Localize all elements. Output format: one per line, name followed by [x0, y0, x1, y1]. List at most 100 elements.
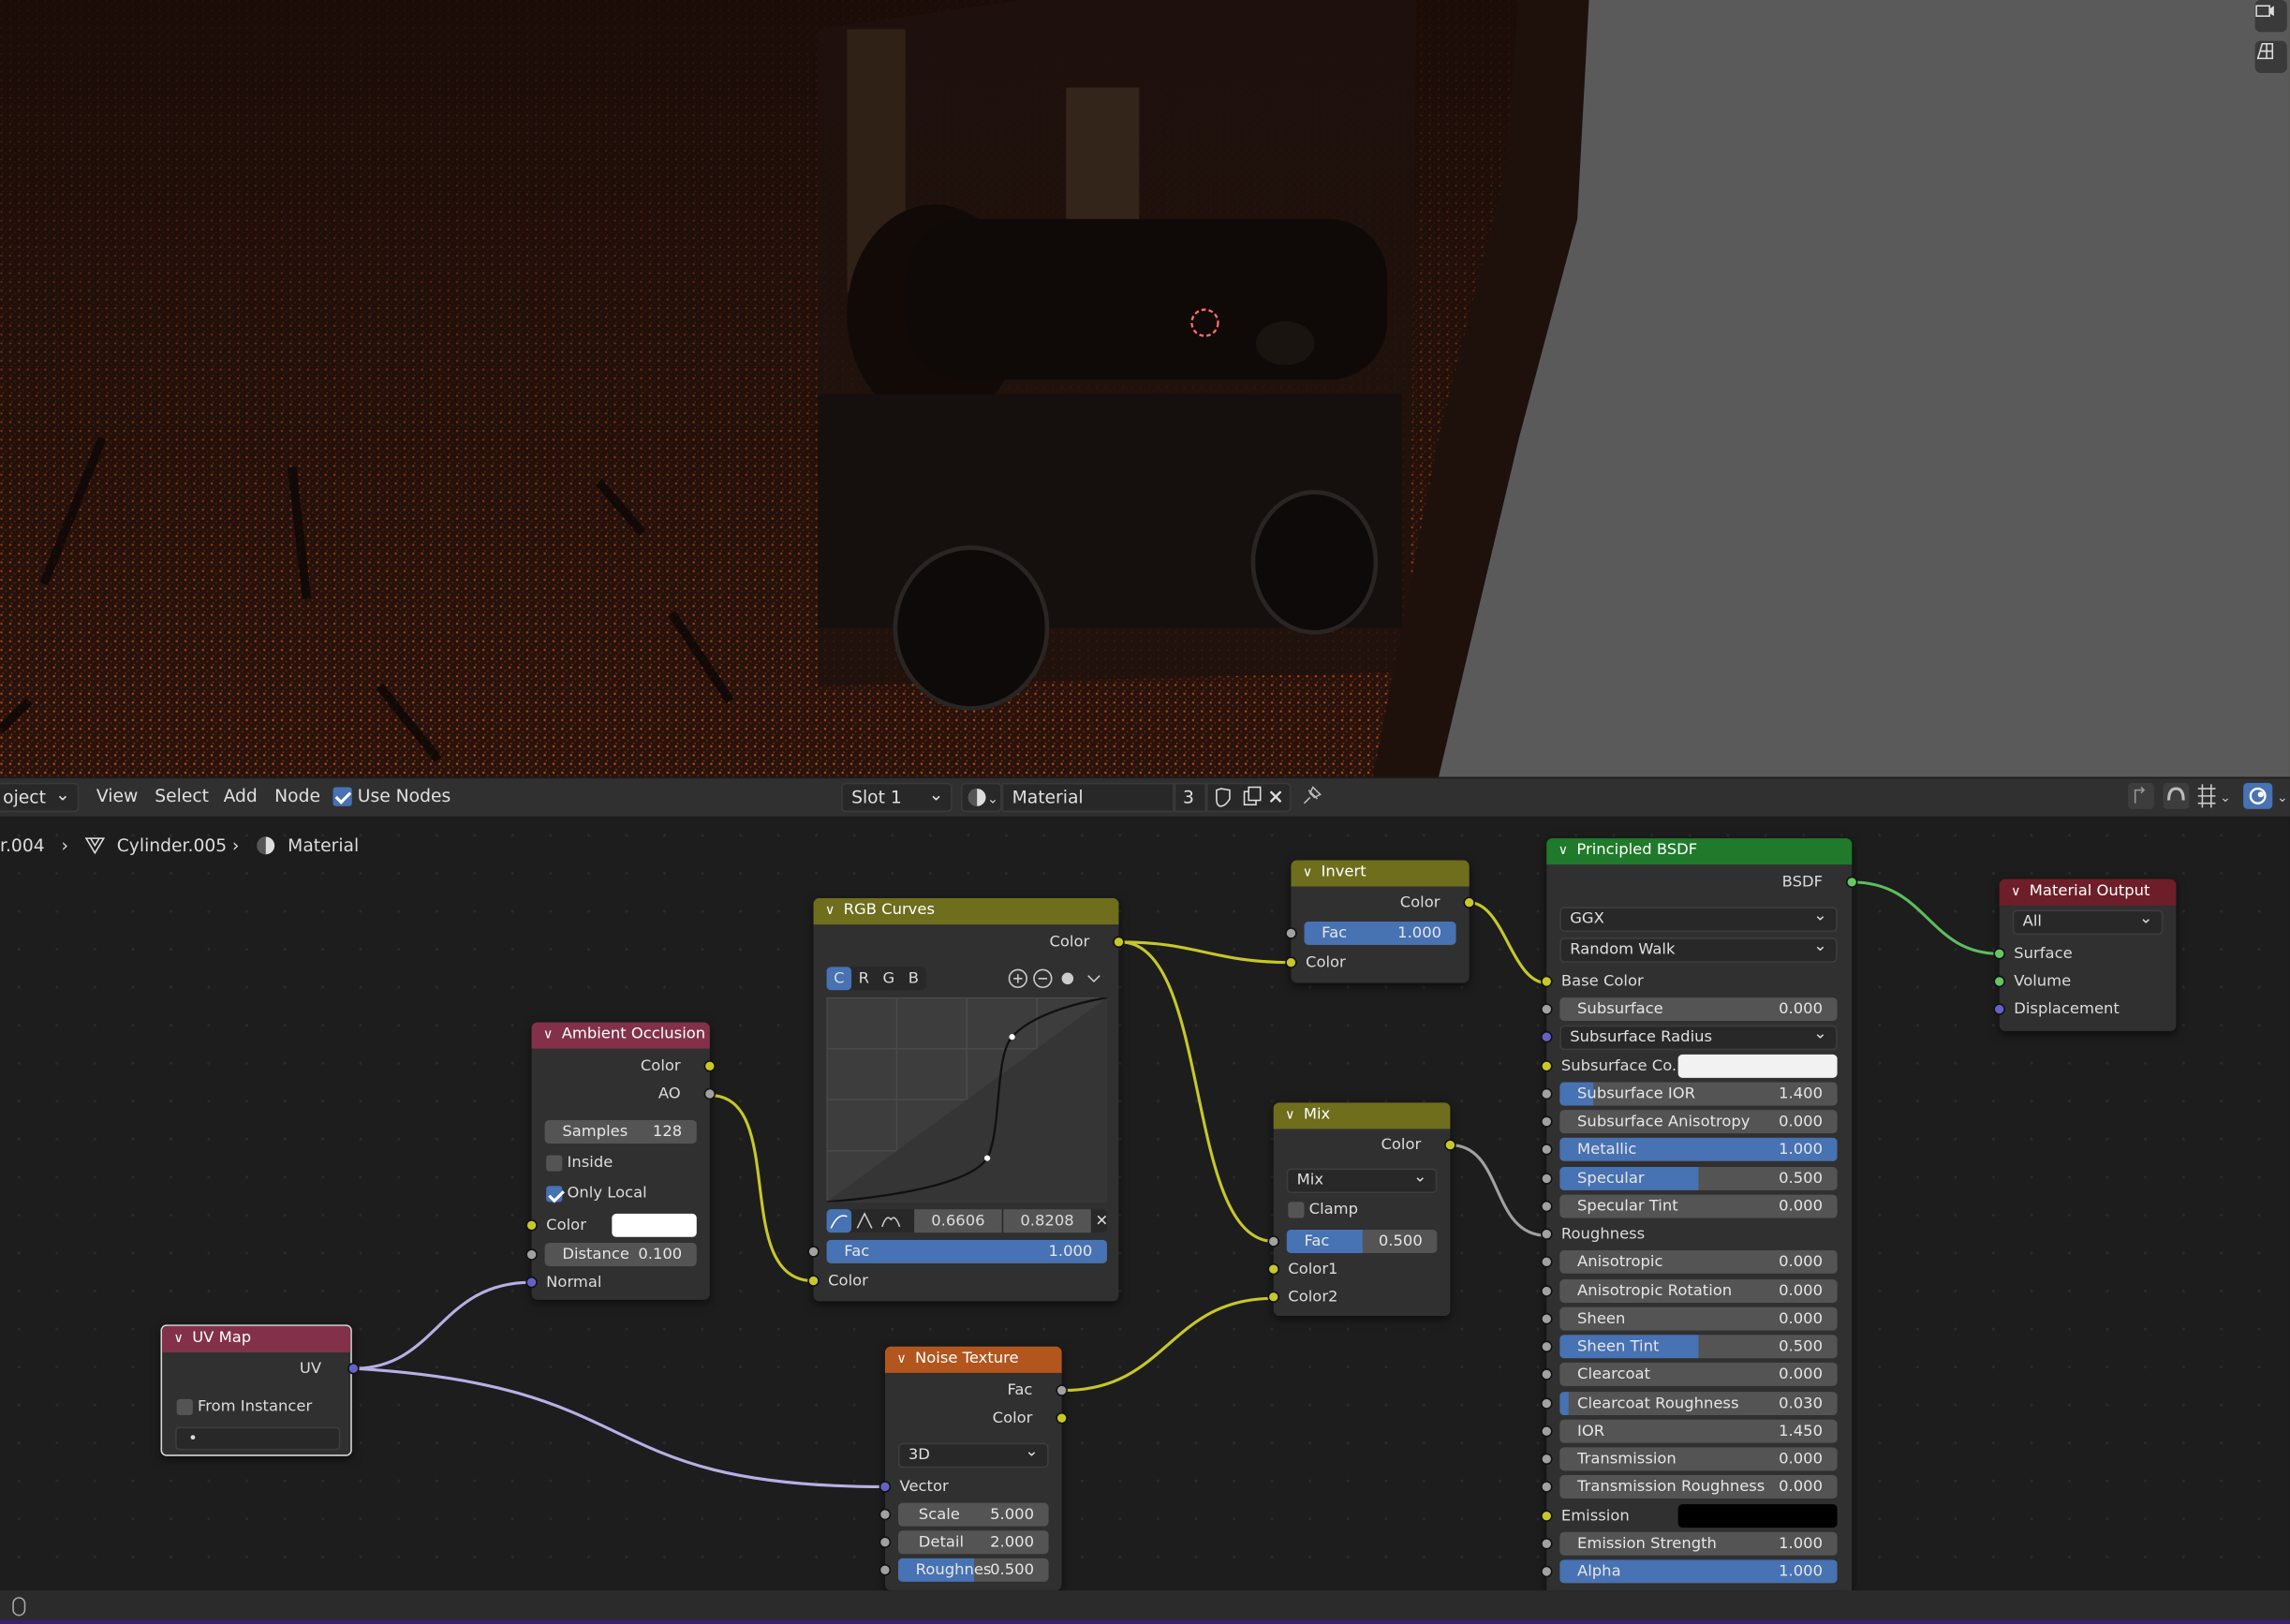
ao-only-local-toggle[interactable]: Only Local — [532, 1182, 710, 1205]
noise-scale-socket[interactable] — [879, 1508, 892, 1521]
invert-color-input-socket[interactable] — [1285, 956, 1297, 968]
use-nodes-checkbox[interactable] — [332, 787, 352, 806]
sheen-tint-field[interactable]: Sheen Tint 0.500 — [1559, 1335, 1838, 1359]
menu-add[interactable]: Add — [224, 786, 258, 806]
snap-icon[interactable] — [2163, 782, 2190, 814]
menu-select[interactable]: Select — [155, 786, 209, 806]
noise-texture-node[interactable]: Noise Texture Fac Color 3D Vector Scale … — [879, 1346, 1068, 1591]
noise-fac-output-socket[interactable] — [1056, 1384, 1068, 1396]
subsurface-ior-socket[interactable] — [1541, 1087, 1553, 1100]
uv-map-node[interactable]: UV Map UV From Instancer • — [160, 1324, 360, 1456]
ao-distance-field[interactable]: Distance 0.100 — [544, 1243, 697, 1266]
specular-tint-field[interactable]: Specular Tint 0.000 — [1559, 1194, 1838, 1218]
curves-color-output-socket[interactable] — [1113, 936, 1125, 949]
mix-header[interactable]: Mix — [1273, 1102, 1451, 1129]
mix-node[interactable]: Mix Color Mix Clamp Fac 0.500 Color1 Col… — [1267, 1102, 1456, 1317]
3d-viewport[interactable] — [0, 0, 2290, 777]
distribution-dropdown[interactable]: GGX — [1559, 904, 1838, 932]
alpha-socket[interactable] — [1541, 1565, 1553, 1578]
subsurface-radius-socket[interactable] — [1541, 1031, 1553, 1043]
clearcoat-socket[interactable] — [1541, 1368, 1553, 1381]
mix-color1-socket[interactable] — [1267, 1262, 1279, 1276]
mix-clamp-toggle[interactable]: Clamp — [1274, 1198, 1451, 1221]
transmission-roughness-socket[interactable] — [1541, 1481, 1553, 1494]
ao-color-swatch[interactable] — [612, 1213, 697, 1237]
parent-node-tree-icon[interactable] — [2127, 782, 2154, 814]
invert-fac-socket[interactable] — [1285, 927, 1297, 939]
user-count[interactable]: 3 — [1174, 782, 1206, 813]
metallic-socket[interactable] — [1541, 1144, 1553, 1156]
curve-point-x[interactable]: 0.6606 — [914, 1209, 1002, 1233]
snap-grid-icon[interactable]: ⌄ — [2195, 783, 2234, 814]
sheen-field[interactable]: Sheen 0.000 — [1559, 1307, 1838, 1331]
emission-strength-socket[interactable] — [1541, 1537, 1553, 1550]
channel-b-tab[interactable]: B — [901, 967, 926, 990]
auto-handle-icon[interactable] — [826, 1209, 852, 1233]
anisotropic-field[interactable]: Anisotropic 0.000 — [1559, 1250, 1838, 1275]
anisotropic-socket[interactable] — [1541, 1256, 1553, 1268]
emission-color-swatch[interactable] — [1677, 1503, 1838, 1528]
grid-view-icon[interactable] — [2254, 40, 2287, 73]
metallic-field[interactable]: Metallic 1.000 — [1559, 1138, 1838, 1162]
material-name-field[interactable]: Material — [1001, 782, 1175, 813]
inside-checkbox[interactable] — [546, 1154, 563, 1171]
specular-socket[interactable] — [1541, 1172, 1553, 1184]
uv-output-socket[interactable] — [347, 1362, 360, 1375]
emission-strength-field[interactable]: Emission Strength 1.000 — [1559, 1531, 1838, 1556]
invert-color-output-socket[interactable] — [1463, 896, 1475, 908]
sheen-socket[interactable] — [1541, 1312, 1553, 1324]
clamp-checkbox[interactable] — [1288, 1201, 1305, 1218]
noise-scale-field[interactable]: Scale 5.000 — [897, 1502, 1049, 1527]
free-handle-icon[interactable] — [879, 1209, 905, 1233]
ao-ao-output-socket[interactable] — [703, 1087, 717, 1100]
transmission-field[interactable]: Transmission 0.000 — [1559, 1447, 1838, 1471]
from-instancer-checkbox[interactable] — [176, 1398, 193, 1415]
displacement-socket[interactable] — [1993, 1003, 2005, 1015]
invert-fac-field[interactable]: Fac 1.000 — [1304, 921, 1456, 945]
channel-c-tab[interactable]: C — [826, 967, 852, 991]
material-output-node[interactable]: Material Output All Surface Volume Displ… — [1993, 878, 2177, 1031]
mix-fac-socket[interactable] — [1267, 1235, 1279, 1248]
ao-distance-socket[interactable] — [525, 1248, 538, 1261]
subsurface-socket[interactable] — [1541, 1003, 1553, 1015]
subsurface-color-swatch[interactable] — [1677, 1054, 1838, 1078]
transmission-socket[interactable] — [1541, 1453, 1553, 1466]
uv-map-header[interactable]: UV Map — [162, 1325, 351, 1353]
ao-inside-toggle[interactable]: Inside — [532, 1151, 710, 1174]
clearcoat-roughness-socket[interactable] — [1541, 1396, 1553, 1410]
noise-color-output-socket[interactable] — [1056, 1411, 1068, 1425]
curve-point-y[interactable]: 0.8208 — [1003, 1209, 1091, 1233]
mix-fac-field[interactable]: Fac 0.500 — [1286, 1230, 1438, 1253]
alpha-field[interactable]: Alpha 1.000 — [1559, 1559, 1838, 1584]
uv-map-field[interactable]: • — [175, 1426, 341, 1451]
subsurface-ior-field[interactable]: Subsurface IOR 1.400 — [1559, 1082, 1838, 1106]
ior-field[interactable]: IOR 1.450 — [1559, 1419, 1838, 1443]
invert-node[interactable]: Invert Color Fac 1.000 Color — [1285, 860, 1475, 983]
channel-r-tab[interactable]: R — [851, 967, 877, 990]
overlays-icon[interactable]: ⌄ — [2243, 782, 2290, 814]
vector-handle-icon[interactable] — [853, 1209, 879, 1233]
ao-samples-field[interactable]: Samples 128 — [544, 1120, 697, 1144]
curve-graph[interactable] — [826, 997, 1107, 1203]
roughness-socket[interactable] — [1541, 1228, 1553, 1240]
subsurface-anisotropy-socket[interactable] — [1541, 1115, 1553, 1128]
mix-color2-socket[interactable] — [1267, 1291, 1279, 1303]
noise-roughness-field[interactable]: Roughnes 0.500 — [897, 1558, 1049, 1582]
curves-color-input-socket[interactable] — [807, 1275, 820, 1287]
noise-texture-header[interactable]: Noise Texture — [884, 1346, 1062, 1373]
noise-detail-field[interactable]: Detail 2.000 — [897, 1530, 1049, 1555]
channel-g-tab[interactable]: G — [877, 967, 902, 990]
emission-socket[interactable] — [1541, 1509, 1553, 1522]
subsurface-color-socket[interactable] — [1541, 1059, 1553, 1071]
noise-dimensions-dropdown[interactable]: 3D — [897, 1440, 1049, 1469]
sheen-tint-socket[interactable] — [1541, 1340, 1553, 1353]
menu-node[interactable]: Node — [274, 786, 320, 806]
noise-detail-socket[interactable] — [879, 1536, 892, 1548]
anisotropic-rotation-field[interactable]: Anisotropic Rotation 0.000 — [1559, 1278, 1838, 1303]
mix-blend-dropdown[interactable]: Mix — [1286, 1165, 1438, 1194]
subsurface-field[interactable]: Subsurface 0.000 — [1559, 997, 1838, 1022]
pin-icon[interactable] — [1300, 784, 1323, 812]
slot-dropdown[interactable]: Slot 1 ⌄ — [841, 782, 953, 813]
output-target-dropdown[interactable]: All — [2012, 907, 2164, 936]
clearcoat-field[interactable]: Clearcoat 0.000 — [1559, 1363, 1838, 1387]
